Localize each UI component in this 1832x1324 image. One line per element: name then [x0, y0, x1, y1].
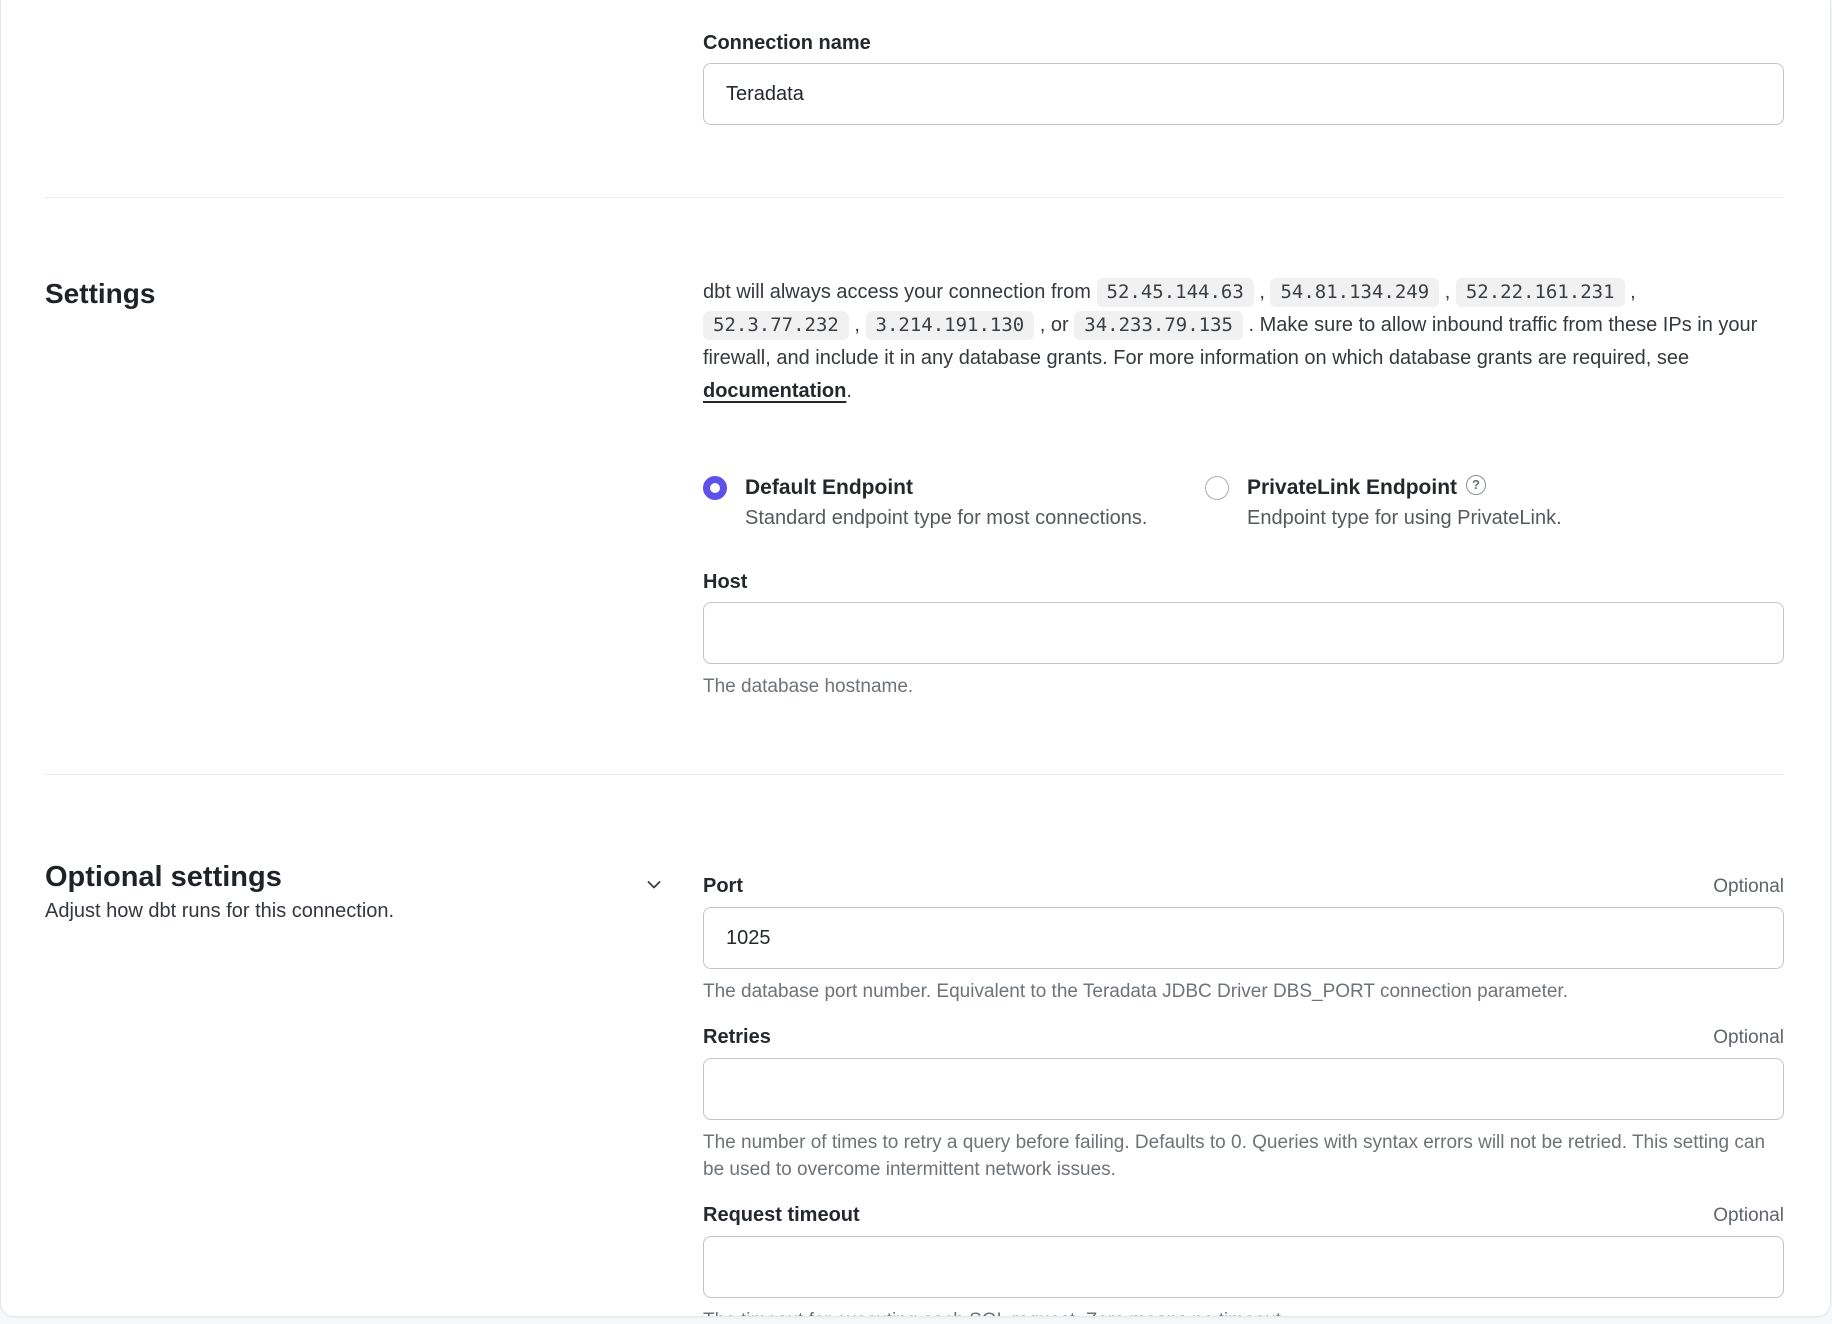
- endpoint-options: Default Endpoint Standard endpoint type …: [703, 474, 1784, 531]
- connection-settings-card: Connection name Settings dbt will always…: [0, 0, 1831, 1317]
- radio-label: Default Endpoint: [745, 474, 913, 501]
- collapse-optional-settings-button[interactable]: [643, 875, 665, 897]
- ip-address-chip: 54.81.134.249: [1270, 278, 1439, 307]
- radio-label: PrivateLink Endpoint: [1247, 474, 1457, 501]
- connection-name-field: Connection name: [703, 30, 1784, 125]
- field-helper: The database port number. Equivalent to …: [703, 978, 1784, 1005]
- section-settings: Settings dbt will always access your con…: [1, 198, 1830, 774]
- retries-input[interactable]: [703, 1058, 1784, 1120]
- optional-badge: Optional: [1713, 874, 1784, 900]
- help-icon[interactable]: ?: [1466, 475, 1486, 495]
- ip-address-chip: 52.45.144.63: [1097, 278, 1254, 307]
- endpoint-option-privatelink-endpoint[interactable]: PrivateLink Endpoint ? Endpoint type for…: [1205, 474, 1562, 531]
- field-helper: The timeout for executing each SQL reque…: [703, 1307, 1784, 1317]
- connection-name-input[interactable]: [703, 63, 1784, 125]
- ip-address-chip: 52.22.161.231: [1456, 278, 1625, 307]
- ip-notice: dbt will always access your connection f…: [703, 276, 1784, 408]
- optional-settings-subheading: Adjust how dbt runs for this connection.: [45, 898, 394, 925]
- request-timeout-input[interactable]: [703, 1236, 1784, 1298]
- host-label: Host: [703, 569, 1784, 595]
- optional-field-retries: Retries Optional The number of times to …: [703, 1024, 1784, 1183]
- optional-field-port: Port Optional The database port number. …: [703, 873, 1784, 1005]
- field-label: Retries: [703, 1024, 771, 1050]
- connection-name-left-spacer: [45, 30, 703, 125]
- optional-badge: Optional: [1713, 1203, 1784, 1229]
- documentation-link[interactable]: documentation: [703, 380, 846, 402]
- radio-description: Endpoint type for using PrivateLink.: [1247, 505, 1562, 531]
- section-optional-settings: Optional settings Adjust how dbt runs fo…: [1, 775, 1830, 1317]
- endpoint-option-default-endpoint[interactable]: Default Endpoint Standard endpoint type …: [703, 474, 1205, 531]
- optional-field-request-timeout: Request timeout Optional The timeout for…: [703, 1202, 1784, 1317]
- host-input[interactable]: [703, 602, 1784, 664]
- field-label: Port: [703, 873, 743, 899]
- radio-icon[interactable]: [703, 476, 727, 500]
- port-input[interactable]: [703, 907, 1784, 969]
- settings-heading: Settings: [45, 276, 703, 312]
- optional-badge: Optional: [1713, 1025, 1784, 1051]
- field-helper: The number of times to retry a query bef…: [703, 1129, 1784, 1183]
- radio-icon[interactable]: [1205, 476, 1229, 500]
- radio-description: Standard endpoint type for most connecti…: [745, 505, 1147, 531]
- field-label: Request timeout: [703, 1202, 860, 1228]
- connection-name-label: Connection name: [703, 30, 1784, 56]
- host-helper: The database hostname.: [703, 673, 1784, 700]
- ip-address-chip: 34.233.79.135: [1074, 311, 1243, 340]
- ip-address-chip: 3.214.191.130: [866, 311, 1035, 340]
- optional-fields: Port Optional The database port number. …: [703, 873, 1784, 1317]
- section-connection-name: Connection name: [1, 0, 1830, 197]
- ip-address-chip: 52.3.77.232: [703, 311, 849, 340]
- optional-settings-heading: Optional settings: [45, 859, 394, 896]
- chevron-down-icon: [643, 874, 665, 899]
- host-field: Host The database hostname.: [703, 569, 1784, 700]
